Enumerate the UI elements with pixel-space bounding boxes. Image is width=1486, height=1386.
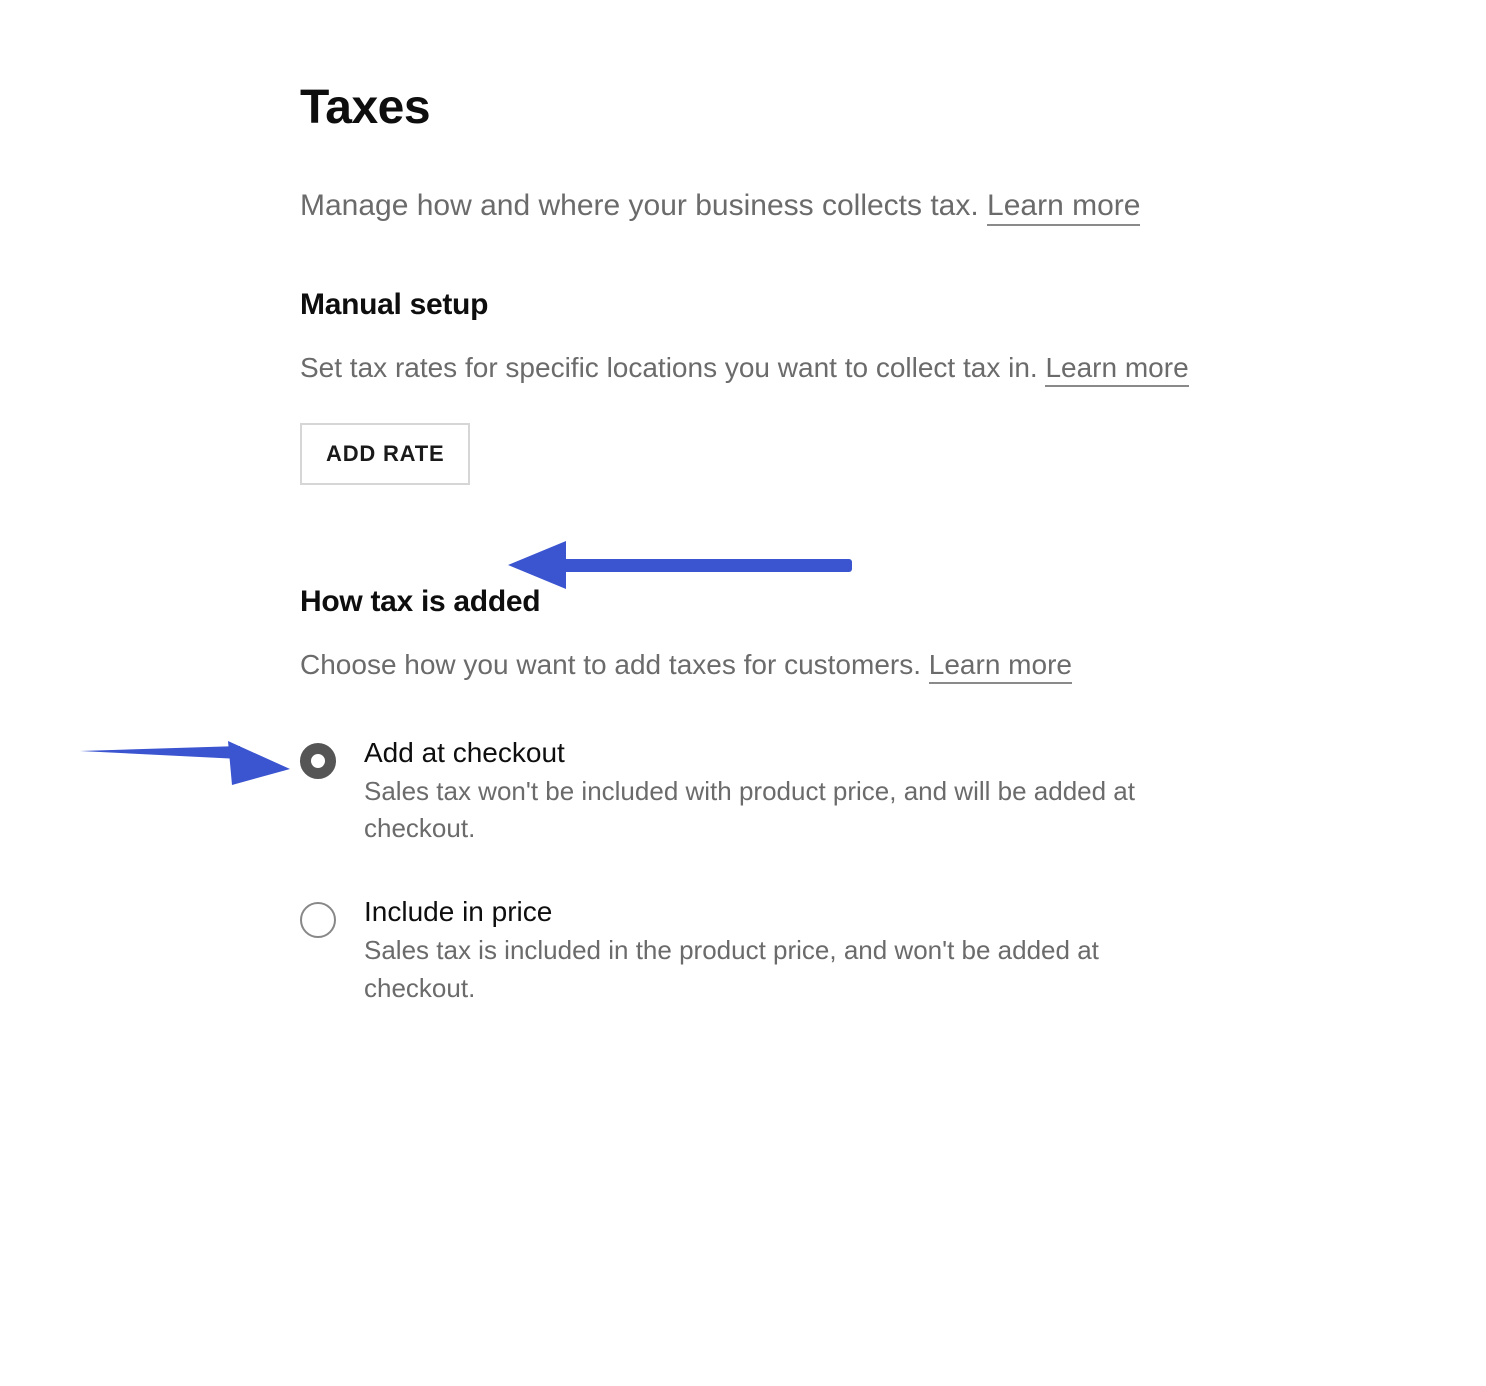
page-subtitle: Manage how and where your business colle… [300,183,1190,228]
radio-desc: Sales tax won't be included with product… [364,773,1154,848]
how-tax-added-heading: How tax is added [300,585,1200,619]
page-canvas: Taxes Manage how and where your business… [0,0,1486,1386]
radio-label: Include in price [364,896,1154,928]
learn-more-link-howtax[interactable]: Learn more [929,649,1072,684]
radio-button-icon [300,743,336,779]
page-subtitle-text: Manage how and where your business colle… [300,189,987,222]
radio-option-include-in-price[interactable]: Include in price Sales tax is included i… [300,896,1200,1007]
radio-option-add-at-checkout[interactable]: Add at checkout Sales tax won't be inclu… [300,737,1200,848]
manual-setup-desc: Set tax rates for specific locations you… [300,346,1190,389]
how-tax-added-desc-text: Choose how you want to add taxes for cus… [300,649,929,680]
learn-more-link-manual[interactable]: Learn more [1045,352,1188,387]
add-rate-button[interactable]: ADD RATE [300,423,470,485]
page-title: Taxes [300,80,1200,135]
manual-setup-heading: Manual setup [300,288,1200,322]
how-tax-added-desc: Choose how you want to add taxes for cus… [300,643,1190,686]
taxes-settings-panel: Taxes Manage how and where your business… [300,80,1200,1056]
tax-method-radio-group: Add at checkout Sales tax won't be inclu… [300,737,1200,1008]
radio-label: Add at checkout [364,737,1154,769]
radio-text: Add at checkout Sales tax won't be inclu… [364,737,1154,848]
manual-setup-desc-text: Set tax rates for specific locations you… [300,352,1045,383]
arrow-annotation-icon [80,737,290,793]
radio-button-icon [300,902,336,938]
radio-text: Include in price Sales tax is included i… [364,896,1154,1007]
radio-desc: Sales tax is included in the product pri… [364,932,1154,1007]
learn-more-link-taxes[interactable]: Learn more [987,189,1140,226]
